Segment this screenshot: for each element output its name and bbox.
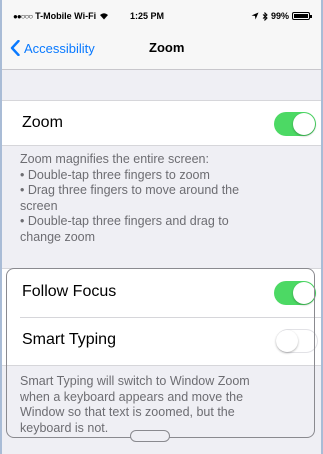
smart-typing-description-line: when a keyboard appears and move the (20, 389, 244, 404)
follow-focus-toggle[interactable] (274, 281, 316, 305)
status-bar: ●●○○○ T-Mobile Wi-Fi 1:25 PM 99% (0, 0, 323, 28)
smart-typing-description-line: Smart Typing will switch to Window Zoom (20, 374, 250, 388)
zoom-description-line: screen (20, 198, 58, 213)
zoom-description-line: • Double-tap three fingers to zoom (20, 167, 210, 182)
smart-typing-toggle[interactable] (276, 329, 318, 353)
zoom-window-handle[interactable] (130, 430, 170, 442)
divider (20, 317, 323, 318)
smart-typing-label: Smart Typing (22, 331, 116, 348)
status-right: 99% (251, 11, 312, 21)
status-time: 1:25 PM (130, 11, 165, 21)
toggle-knob (293, 113, 315, 135)
zoom-description-line: Zoom magnifies the entire screen: (20, 152, 209, 166)
zoom-cell: Zoom (0, 100, 323, 146)
smart-typing-description: Smart Typing will switch to Window Zoom … (20, 374, 312, 436)
chevron-left-icon (10, 40, 20, 56)
zoom-label: Zoom (22, 114, 63, 131)
zoom-description-line: • Drag three fingers to move around the (20, 183, 240, 197)
zoom-description: Zoom magnifies the entire screen: • Doub… (20, 152, 310, 245)
toggle-knob (276, 330, 298, 352)
zoom-description-line: • Double-tap three fingers and drag to (20, 214, 229, 228)
back-button[interactable]: Accessibility (10, 40, 95, 56)
zoom-toggle[interactable] (274, 112, 316, 136)
follow-focus-label: Follow Focus (22, 283, 117, 300)
battery-percent: 99% (270, 11, 289, 21)
location-arrow-icon (251, 12, 259, 20)
back-button-label: Accessibility (24, 40, 95, 56)
focus-settings-group: Follow Focus Smart Typing (0, 268, 323, 366)
bluetooth-icon (262, 11, 268, 21)
wifi-icon (100, 13, 109, 20)
battery-icon (292, 12, 312, 20)
carrier-label: T-Mobile Wi-Fi (35, 11, 97, 21)
status-left: ●●○○○ T-Mobile Wi-Fi (13, 11, 109, 21)
navigation-bar: Accessibility Zoom (0, 28, 323, 70)
page-title: Zoom (149, 40, 185, 55)
toggle-knob (293, 282, 315, 304)
smart-typing-description-line: Window so that text is zoomed, but the (20, 405, 235, 419)
zoom-description-line: change zoom (20, 229, 96, 244)
signal-strength-icon: ●●○○○ (13, 11, 33, 21)
